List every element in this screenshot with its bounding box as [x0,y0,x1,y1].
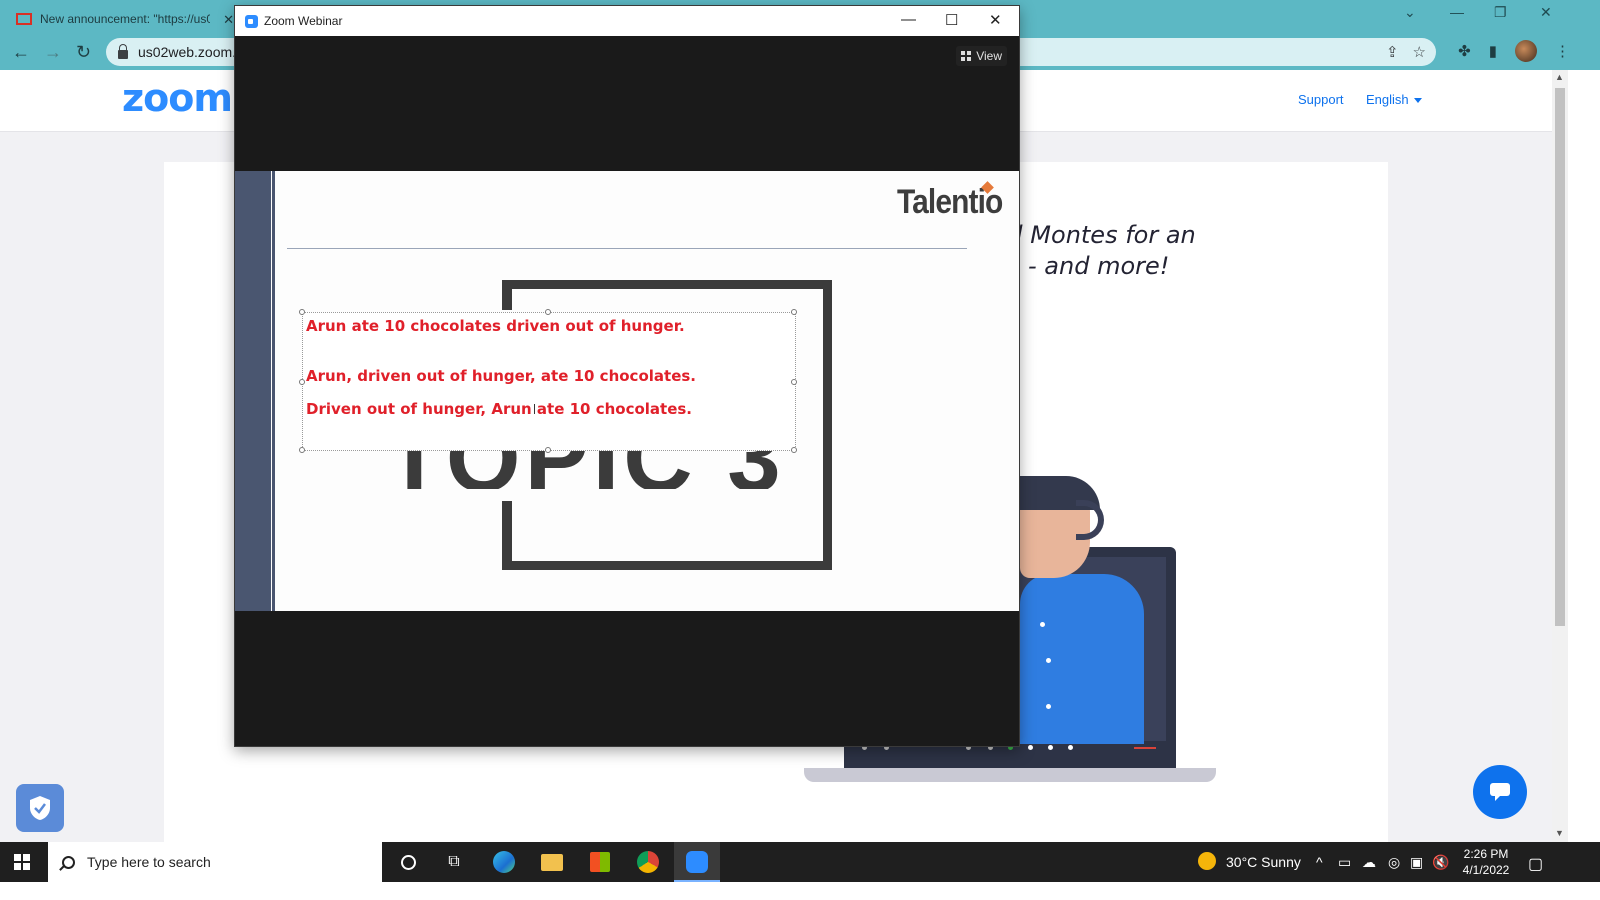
resize-handle[interactable] [299,447,305,453]
tab-search-icon[interactable]: ⌄ [1404,4,1416,21]
clock-date: 4/1/2022 [1462,863,1510,877]
zoom-webinar-window: Zoom Webinar — ☐ ✕ View Talentio TOPIC 3… [234,5,1020,747]
sentence-2: Arun, driven out of hunger, ate 10 choco… [306,367,696,385]
task-view-icon[interactable]: ⧉ [442,850,466,874]
clock-time: 2:26 PM [1463,847,1509,861]
search-icon [62,855,75,869]
resize-handle[interactable] [791,379,797,385]
back-icon[interactable]: ← [12,42,30,63]
cortana-icon[interactable] [396,850,420,874]
windows-taskbar: Type here to search ⧉ 30°C Sunny ^ ▭ ☁ ◎… [0,842,1600,882]
sentence-1: Arun ate 10 chocolates driven out of hun… [306,317,685,335]
chrome-icon[interactable] [636,850,660,874]
annotation-text-box[interactable]: Arun ate 10 chocolates driven out of hun… [299,309,797,453]
topic-frame-left-top [502,280,512,310]
scroll-down-icon[interactable]: ▼ [1555,828,1564,838]
gmail-icon [16,13,32,25]
resize-handle[interactable] [791,309,797,315]
scroll-up-icon[interactable]: ▲ [1555,72,1564,82]
battery-icon[interactable]: ▣ [1410,854,1423,871]
notification-center-icon[interactable]: ▢ [1528,854,1543,874]
webinar-maximize-icon[interactable]: ☐ [945,11,958,29]
search-placeholder: Type here to search [87,854,211,870]
store-icon[interactable] [588,850,612,874]
language-dropdown[interactable]: English [1366,92,1422,107]
support-link[interactable]: Support [1298,92,1344,107]
zoom-app-taskbar-icon[interactable] [685,850,709,874]
lock-icon[interactable] [118,43,128,59]
promo-line-1: l Montes for an [1016,221,1196,249]
resize-handle[interactable] [545,309,551,315]
onedrive-icon[interactable]: ☁ [1362,854,1376,871]
minimize-icon[interactable]: — [1450,4,1464,20]
shared-slide: Talentio TOPIC 3 Arun ate 10 chocolates … [235,171,1019,611]
sentence-3: Driven out of hunger, Arun ate 10 chocol… [306,400,693,418]
page-scrollbar[interactable]: ▲ ▼ [1552,70,1568,842]
file-explorer-icon[interactable] [540,850,564,874]
grid-view-icon [961,51,972,61]
webinar-close-icon[interactable]: ✕ [989,11,1002,29]
slide-divider [287,248,967,249]
browser-tab[interactable]: New announcement: "https://us0 ✕ [8,4,240,34]
side-panel-icon[interactable]: ▮ [1489,42,1497,60]
view-label: View [976,49,1002,63]
network-icon[interactable]: ▭ [1338,854,1351,871]
url-text: us02web.zoom. [138,44,237,60]
promo-line-2: - and more! [1028,252,1170,280]
slide-vertical-rule [271,171,277,611]
slide-side-bar [235,171,271,611]
resize-handle[interactable] [299,379,305,385]
shield-check-icon [30,796,50,820]
laptop-base [804,768,1216,782]
profile-avatar[interactable] [1515,40,1537,62]
chrome-menu-icon[interactable]: ⋮ [1555,42,1570,60]
extensions-icon[interactable]: ✤ [1458,42,1471,60]
weather-sun-icon[interactable] [1198,852,1216,873]
chat-bubble-icon [1490,783,1510,801]
resize-handle[interactable] [299,309,305,315]
webinar-title: Zoom Webinar [264,14,343,28]
chat-support-button[interactable] [1473,765,1527,819]
person-illustration [1020,574,1144,744]
windows-start-icon[interactable] [14,854,30,870]
privacy-shield-button[interactable] [16,784,64,832]
volume-muted-icon[interactable]: 🔇 [1432,854,1449,871]
bookmark-star-icon[interactable]: ☆ [1413,43,1426,61]
edge-icon[interactable] [492,850,516,874]
share-icon[interactable]: ⇪ [1386,43,1399,61]
promo-text: l Montes for an - and more! [1016,220,1196,282]
resize-handle[interactable] [791,447,797,453]
meet-now-icon[interactable]: ◎ [1388,854,1400,871]
close-icon[interactable]: ✕ [1540,4,1552,21]
text-cursor-icon [534,404,535,414]
topic-frame-left-bottom [502,501,512,570]
reload-icon[interactable]: ↻ [76,42,91,63]
resize-handle[interactable] [545,447,551,453]
zoom-logo[interactable]: zoom [122,76,233,120]
caret-down-icon [1413,98,1422,104]
weather-text[interactable]: 30°C Sunny [1226,854,1301,870]
restore-icon[interactable]: ❐ [1494,4,1507,21]
taskbar-search[interactable]: Type here to search [48,842,382,882]
tray-chevron-icon[interactable]: ^ [1316,854,1323,870]
tab-close-icon[interactable]: ✕ [223,12,234,28]
webinar-titlebar[interactable]: Zoom Webinar — ☐ ✕ [235,6,1019,36]
taskbar-clock[interactable]: 2:26 PM 4/1/2022 [1450,846,1522,878]
tab-title: New announcement: "https://us0 [40,12,210,26]
webinar-minimize-icon[interactable]: — [901,11,916,28]
language-label: English [1366,92,1409,107]
zoom-app-icon [245,14,258,28]
forward-icon[interactable]: → [44,42,62,63]
view-button[interactable]: View [956,46,1007,66]
scroll-thumb[interactable] [1555,88,1565,626]
